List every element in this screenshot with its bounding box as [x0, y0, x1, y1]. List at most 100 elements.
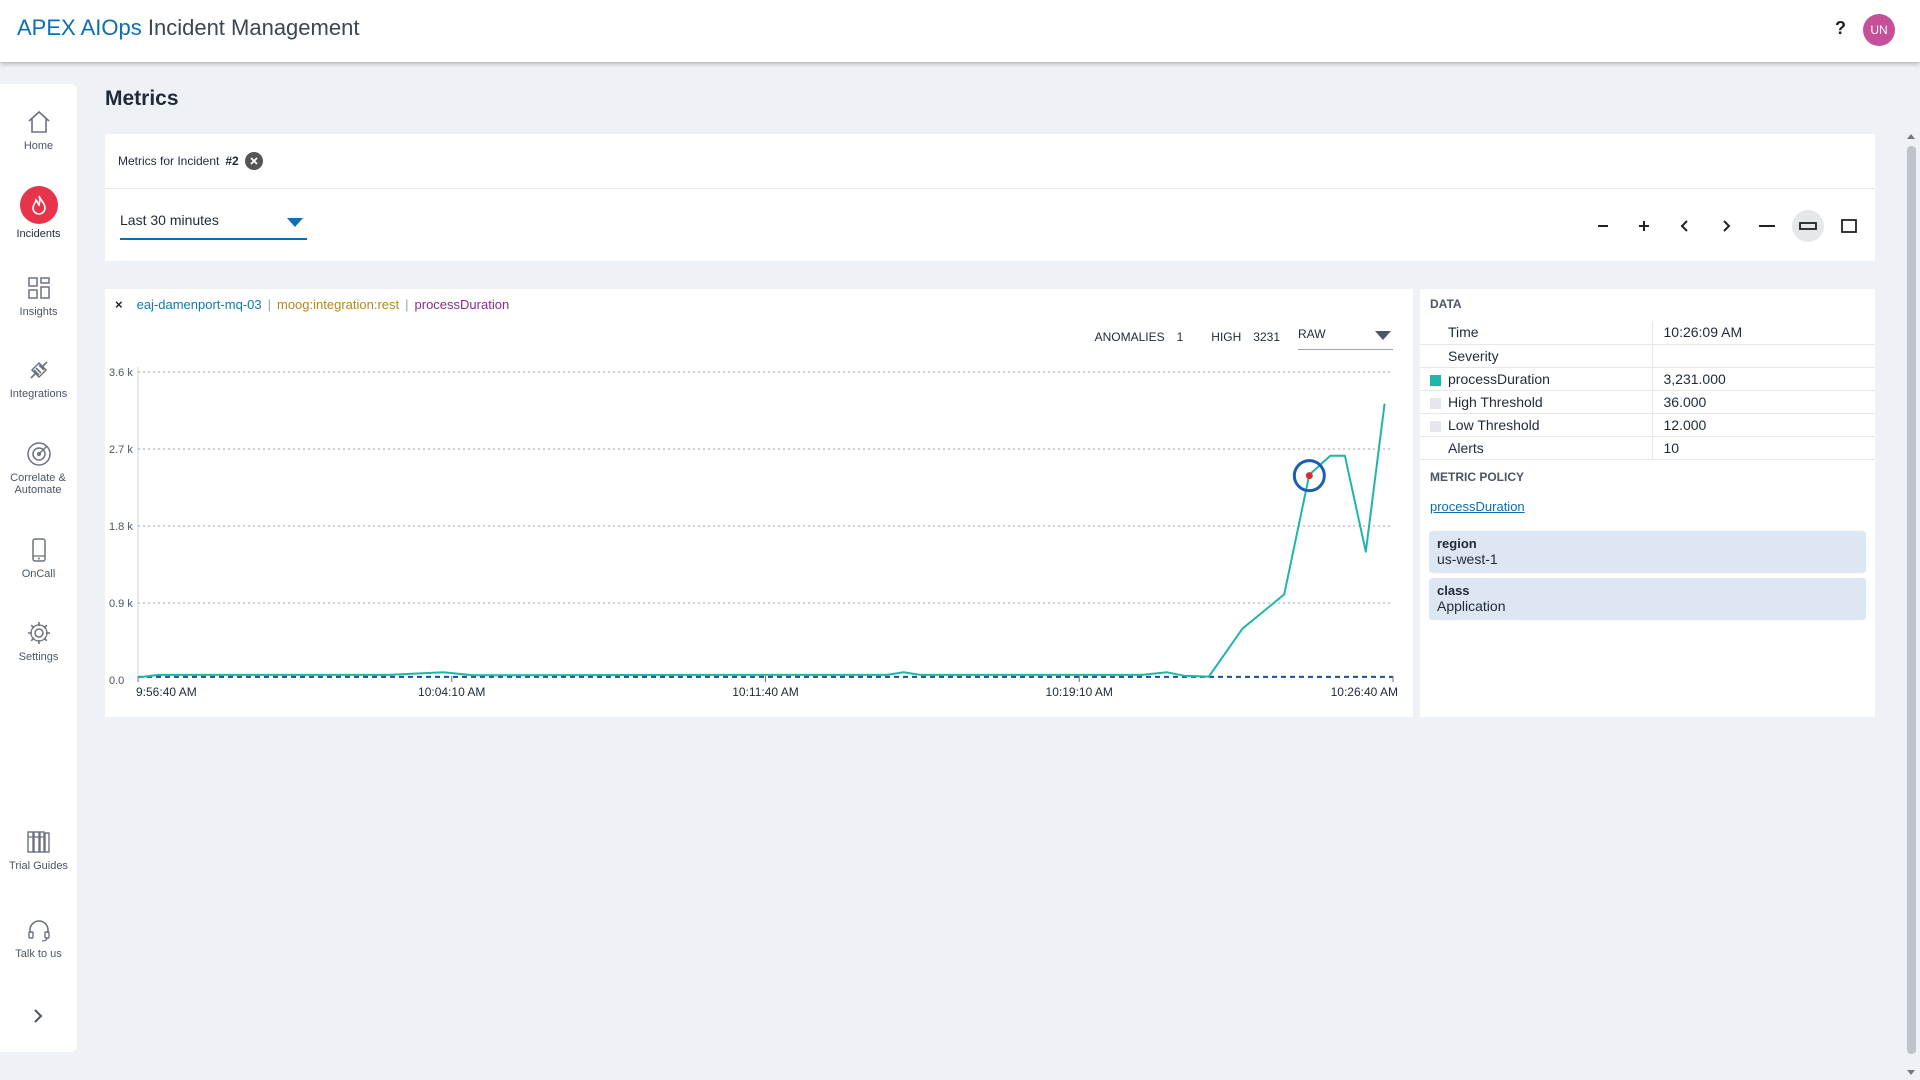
time-range-select[interactable]: Last 30 minutes	[120, 212, 307, 240]
tag-key: region	[1437, 536, 1477, 551]
separator: |	[405, 297, 409, 312]
sidebar-item-label: Incidents	[16, 228, 61, 240]
sidebar-item-label: Correlate & Automate	[10, 472, 66, 496]
high-value: 3231	[1253, 330, 1280, 344]
metric-source[interactable]: eaj-damenport-mq-03	[137, 297, 262, 312]
anomalies-count: 1	[1176, 330, 1184, 344]
data-row-name: Alerts	[1420, 436, 1653, 460]
data-row-name: High Threshold	[1420, 390, 1653, 414]
plug-icon	[29, 361, 48, 379]
data-row-name: Time	[1420, 321, 1653, 345]
expanded-layout-icon	[1841, 219, 1857, 233]
incident-label: Metrics for Incident	[118, 154, 220, 168]
remove-incident-filter-button[interactable]	[244, 152, 263, 170]
page-title: Metrics	[105, 87, 179, 110]
help-button[interactable]: ?	[1835, 18, 1846, 39]
data-table: Time 10:26:09 AM Severity processDuration 3,…	[1420, 321, 1875, 460]
y-tick-label: 3.6 k	[109, 367, 133, 379]
target-icon	[26, 442, 51, 466]
anomalies-label: ANOMALIES	[1094, 330, 1165, 344]
sidebar-item-insights[interactable]: Insights	[0, 274, 77, 318]
pan-right-button[interactable]	[1710, 210, 1742, 242]
sidebar-item-label: Integrations	[9, 388, 68, 400]
phone-icon	[31, 538, 46, 562]
sidebar: Home Incidents Insights Integrations Cor…	[0, 84, 77, 1052]
sidebar-item-label: Insights	[19, 306, 58, 318]
x-tick-label: 10:26:40 AM	[1331, 685, 1398, 699]
dashboard-icon	[27, 277, 50, 299]
chevron-right-icon	[34, 1009, 43, 1023]
data-row-value: 36.000	[1652, 390, 1875, 414]
data-row: Severity	[1420, 344, 1875, 368]
aggregation-select[interactable]: RAW	[1298, 324, 1393, 350]
sidebar-item-label: Home	[23, 140, 54, 152]
sidebar-item-home[interactable]: Home	[0, 108, 77, 152]
scroll-up-arrow[interactable]	[1907, 134, 1915, 139]
chevron-right-icon	[1723, 220, 1731, 232]
layout-line-button[interactable]	[1751, 210, 1783, 242]
metric-name[interactable]: processDuration	[415, 297, 510, 312]
data-row: Time 10:26:09 AM	[1420, 321, 1875, 345]
sidebar-item-label: Talk to us	[15, 948, 62, 960]
books-icon	[26, 831, 50, 853]
zoom-in-button[interactable]	[1628, 210, 1660, 242]
page-scrollbar[interactable]	[1905, 134, 1917, 1080]
sidebar-item-label: OnCall	[21, 568, 56, 580]
sidebar-item-oncall[interactable]: OnCall	[0, 536, 77, 580]
time-range-value: Last 30 minutes	[120, 212, 219, 228]
series-swatch	[1430, 397, 1441, 409]
remove-metric-button[interactable]: ×	[115, 297, 123, 312]
series-swatch	[1430, 420, 1441, 432]
chevron-down-icon	[1375, 331, 1391, 340]
sidebar-item-integrations[interactable]: Integrations	[0, 356, 77, 400]
anomaly-marker-dot	[1305, 472, 1313, 480]
plus-icon	[1639, 221, 1649, 231]
sidebar-item-incidents[interactable]: Incidents	[0, 186, 77, 240]
expand-sidebar-button[interactable]	[28, 1006, 48, 1031]
sidebar-item-settings[interactable]: Settings	[0, 619, 77, 663]
sidebar-item-talk-to-us[interactable]: Talk to us	[0, 916, 77, 960]
data-row-value: 3,231.000	[1652, 367, 1875, 391]
gear-icon	[27, 622, 50, 644]
sidebar-item-correlate-automate[interactable]: Correlate & Automate	[0, 440, 77, 496]
incident-number: #2	[225, 154, 239, 168]
app-title: APEX AIOps Incident Management	[17, 15, 359, 41]
data-row-label: Time	[1448, 324, 1479, 341]
data-row-value	[1652, 344, 1875, 368]
divider	[105, 188, 1875, 189]
tag-value: us-west-1	[1437, 551, 1498, 567]
data-row-value: 12.000	[1652, 413, 1875, 437]
zoom-out-button[interactable]	[1587, 210, 1619, 242]
incident-filter-chip: Metrics for Incident #2	[118, 152, 263, 170]
chevron-down-icon	[287, 218, 303, 227]
scrollbar-thumb[interactable]	[1907, 146, 1916, 1054]
tag-key: class	[1437, 583, 1470, 598]
data-row: High Threshold 36.000	[1420, 390, 1875, 414]
metrics-header-card: Metrics for Incident #2 Last 30 minutes	[105, 134, 1875, 261]
data-row: processDuration 3,231.000	[1420, 367, 1875, 391]
scroll-down-arrow[interactable]	[1907, 1070, 1915, 1075]
flame-icon	[19, 186, 58, 224]
series-line-processDuration	[137, 403, 1386, 679]
top-bar: APEX AIOps Incident Management ? UN	[0, 0, 1920, 62]
user-avatar[interactable]: UN	[1863, 14, 1895, 46]
layout-expanded-button[interactable]	[1833, 210, 1865, 242]
y-tick-label: 2.7 k	[109, 444, 133, 456]
chart-stats: ANOMALIES 1 HIGH 3231 RAW	[1095, 324, 1393, 350]
layout-compact-button[interactable]	[1792, 210, 1824, 242]
y-tick-label: 0.9 k	[109, 598, 133, 610]
tag-class: class Application	[1429, 578, 1866, 620]
metric-chart-card: 0.0 0.9 k 1.8 k 2.7 k 3.6 k 9:56:40 AM 10:04:1…	[105, 289, 1413, 717]
metric-policy-link[interactable]: processDuration	[1430, 499, 1525, 514]
sidebar-item-trial-guides[interactable]: Trial Guides	[0, 828, 77, 872]
chart-toolbar	[1587, 210, 1865, 242]
line-layout-icon	[1759, 225, 1775, 227]
data-row-label: Alerts	[1448, 439, 1484, 456]
data-row-name: processDuration	[1420, 367, 1653, 391]
sidebar-item-label: Trial Guides	[9, 860, 68, 872]
data-row-label: processDuration	[1448, 370, 1550, 387]
sidebar-item-label: Settings	[18, 651, 59, 663]
metric-integration[interactable]: moog:integration:rest	[277, 297, 399, 312]
pan-left-button[interactable]	[1669, 210, 1701, 242]
series-swatch	[1430, 374, 1441, 386]
